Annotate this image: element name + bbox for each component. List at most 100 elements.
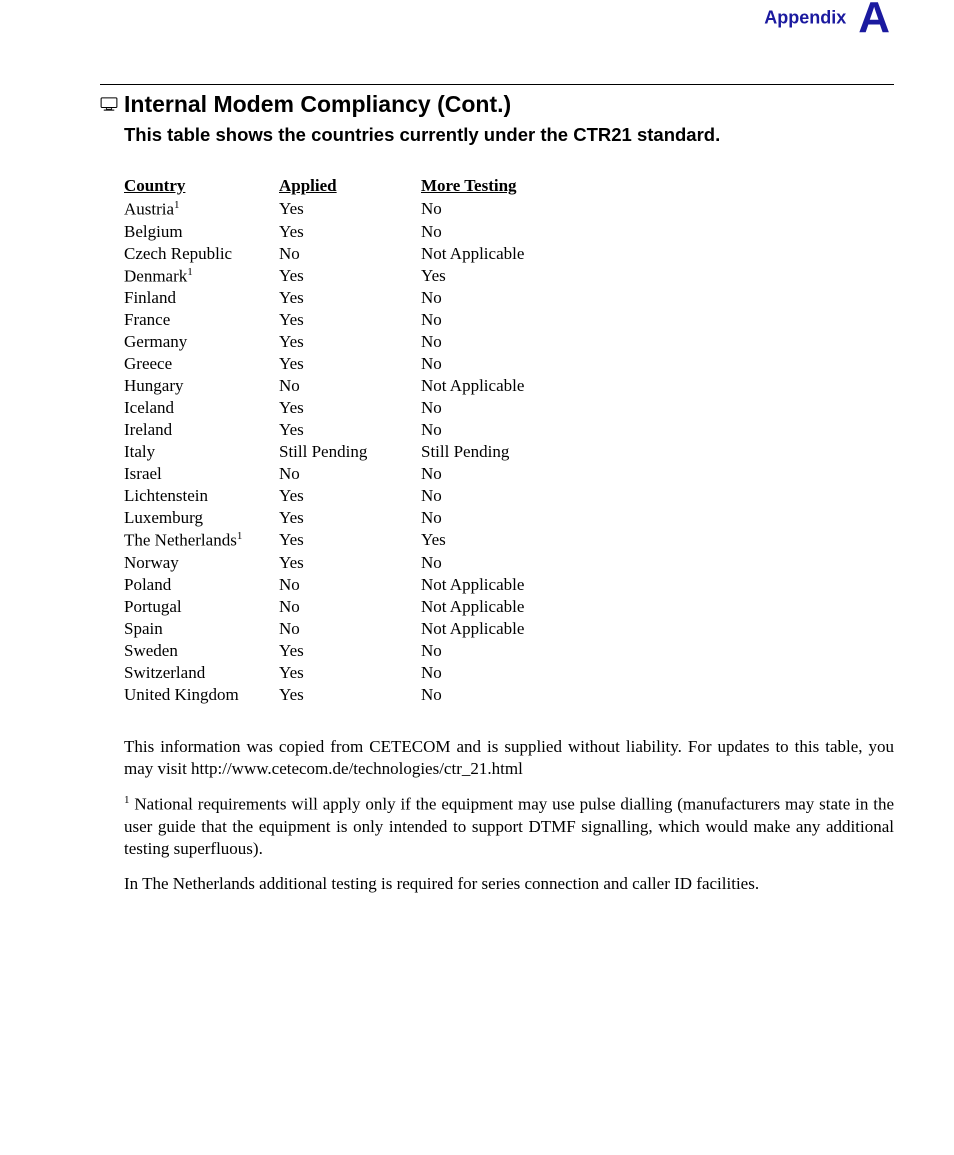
cell-more-testing: Still Pending — [421, 441, 601, 463]
table-row: HungaryNoNot Applicable — [124, 375, 601, 397]
table-row: Denmark1YesYes — [124, 265, 601, 288]
cell-country: Czech Republic — [124, 243, 279, 265]
cell-more-testing: No — [421, 287, 601, 309]
cell-country: Luxemburg — [124, 507, 279, 529]
monitor-icon — [100, 97, 118, 111]
table-row: BelgiumYesNo — [124, 221, 601, 243]
cell-applied: Yes — [279, 265, 421, 288]
cell-more-testing: Not Applicable — [421, 574, 601, 596]
cell-more-testing: No — [421, 552, 601, 574]
cell-applied: Yes — [279, 353, 421, 375]
cell-country: Sweden — [124, 640, 279, 662]
table-row: GermanyYesNo — [124, 331, 601, 353]
cell-more-testing: Not Applicable — [421, 596, 601, 618]
th-applied: Applied — [279, 176, 421, 198]
paragraph-netherlands: In The Netherlands additional testing is… — [124, 873, 894, 895]
ctr21-table: Country Applied More Testing Austria1Yes… — [124, 176, 894, 706]
th-more-testing: More Testing — [421, 176, 601, 198]
cell-country: Hungary — [124, 375, 279, 397]
cell-more-testing: Not Applicable — [421, 375, 601, 397]
cell-country: Iceland — [124, 397, 279, 419]
cell-applied: Yes — [279, 662, 421, 684]
cell-more-testing: Not Applicable — [421, 618, 601, 640]
title-row: Internal Modem Compliancy (Cont.) — [100, 91, 894, 118]
cell-applied: No — [279, 243, 421, 265]
table-row: ItalyStill PendingStill Pending — [124, 441, 601, 463]
cell-country: The Netherlands1 — [124, 529, 279, 552]
table-row: SwedenYesNo — [124, 640, 601, 662]
cell-applied: Yes — [279, 507, 421, 529]
cell-applied: Yes — [279, 198, 421, 221]
table-row: GreeceYesNo — [124, 353, 601, 375]
cell-applied: Yes — [279, 397, 421, 419]
table-row: NorwayYesNo — [124, 552, 601, 574]
table-row: FinlandYesNo — [124, 287, 601, 309]
footnote-ref: 1 — [187, 266, 193, 278]
cell-country: Norway — [124, 552, 279, 574]
cell-more-testing: No — [421, 463, 601, 485]
table-row: PortugalNoNot Applicable — [124, 596, 601, 618]
cell-applied: No — [279, 618, 421, 640]
table-row: IsraelNoNo — [124, 463, 601, 485]
cell-country: Portugal — [124, 596, 279, 618]
cell-more-testing: Yes — [421, 265, 601, 288]
footnote-text: National requirements will apply only if… — [124, 795, 894, 858]
appendix-letter: A — [858, 0, 890, 40]
cell-country: United Kingdom — [124, 684, 279, 706]
table-row: IcelandYesNo — [124, 397, 601, 419]
header-rule — [100, 84, 894, 85]
cell-applied: Still Pending — [279, 441, 421, 463]
cell-country: France — [124, 309, 279, 331]
table-row: United KingdomYesNo — [124, 684, 601, 706]
cell-country: Israel — [124, 463, 279, 485]
cell-more-testing: No — [421, 419, 601, 441]
cell-country: Greece — [124, 353, 279, 375]
paragraph-footnote: 1 National requirements will apply only … — [124, 793, 894, 859]
cell-applied: Yes — [279, 309, 421, 331]
cell-country: Germany — [124, 331, 279, 353]
table-row: IrelandYesNo — [124, 419, 601, 441]
cell-more-testing: No — [421, 221, 601, 243]
cell-applied: Yes — [279, 221, 421, 243]
table-row: LichtensteinYesNo — [124, 485, 601, 507]
cell-applied: Yes — [279, 287, 421, 309]
appendix-label: Appendix — [764, 8, 846, 28]
page-title: Internal Modem Compliancy (Cont.) — [124, 91, 511, 118]
table-row: Austria1YesNo — [124, 198, 601, 221]
table-header-row: Country Applied More Testing — [124, 176, 601, 198]
cell-applied: No — [279, 574, 421, 596]
cell-more-testing: Yes — [421, 529, 601, 552]
cell-more-testing: No — [421, 507, 601, 529]
cell-more-testing: Not Applicable — [421, 243, 601, 265]
cell-applied: Yes — [279, 640, 421, 662]
cell-country: Poland — [124, 574, 279, 596]
cell-more-testing: No — [421, 309, 601, 331]
cell-more-testing: No — [421, 684, 601, 706]
cell-more-testing: No — [421, 397, 601, 419]
page-subtitle: This table shows the countries currently… — [124, 124, 894, 146]
cell-more-testing: No — [421, 662, 601, 684]
cell-applied: Yes — [279, 419, 421, 441]
table-row: SpainNoNot Applicable — [124, 618, 601, 640]
paragraph-source: This information was copied from CETECOM… — [124, 736, 894, 780]
cell-applied: No — [279, 463, 421, 485]
table-row: The Netherlands1YesYes — [124, 529, 601, 552]
cell-country: Spain — [124, 618, 279, 640]
cell-applied: Yes — [279, 684, 421, 706]
cell-country: Finland — [124, 287, 279, 309]
cell-applied: No — [279, 596, 421, 618]
table-row: PolandNoNot Applicable — [124, 574, 601, 596]
table-row: LuxemburgYesNo — [124, 507, 601, 529]
cell-more-testing: No — [421, 331, 601, 353]
cell-country: Denmark1 — [124, 265, 279, 288]
cell-more-testing: No — [421, 640, 601, 662]
cell-more-testing: No — [421, 353, 601, 375]
cell-country: Switzerland — [124, 662, 279, 684]
appendix-header: Appendix A — [100, 0, 894, 40]
cell-more-testing: No — [421, 198, 601, 221]
cell-country: Belgium — [124, 221, 279, 243]
cell-more-testing: No — [421, 485, 601, 507]
th-country: Country — [124, 176, 279, 198]
cell-country: Lichtenstein — [124, 485, 279, 507]
cell-country: Ireland — [124, 419, 279, 441]
